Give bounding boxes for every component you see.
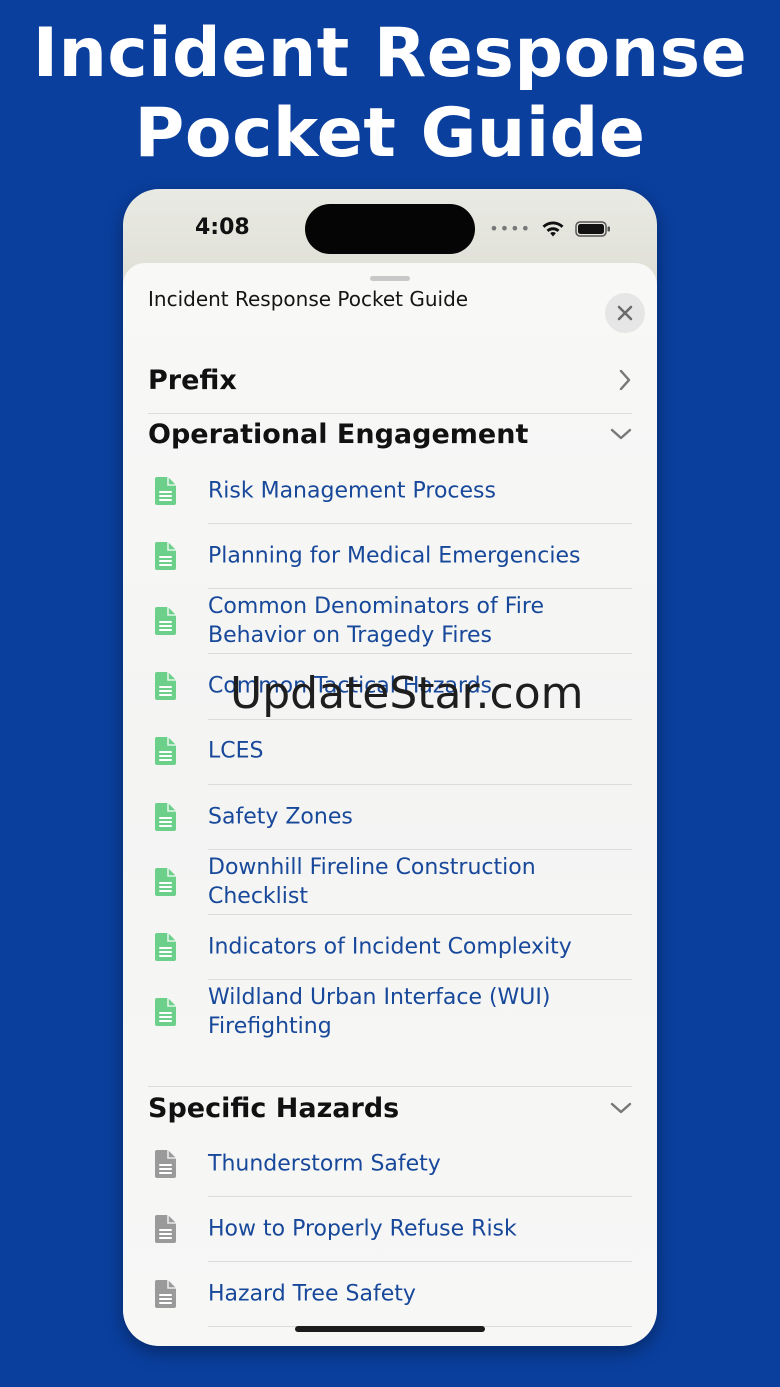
headline-line-2: Pocket Guide [134,94,646,173]
document-icon [155,672,176,701]
document-icon [155,606,176,635]
list-item[interactable]: Risk Management Process [148,458,632,523]
list-item-label: How to Properly Refuse Risk [208,1216,517,1242]
list-item-label: Hazard Tree Safety [208,1281,416,1307]
list-item[interactable]: Hazard Tree Safety [148,1261,632,1326]
list-item-label: Wildland Urban Interface (WUI) Firefight… [208,985,551,1040]
close-button[interactable] [605,293,645,333]
list-item[interactable]: Common Tactical Hazards [148,654,632,719]
list-item[interactable]: Wildland Urban Interface (WUI) Firefight… [148,980,632,1045]
list-item[interactable]: Planning for Medical Emergencies [148,523,632,588]
document-icon [155,541,176,570]
section-specific-hazards[interactable]: Specific Hazards [148,1083,632,1133]
section-prefix[interactable]: Prefix [148,355,632,405]
list-item[interactable]: Downhill Fireline Construction Checklist [148,849,632,914]
document-icon [155,737,176,766]
document-icon [155,1214,176,1243]
list-item[interactable]: LCES [148,719,632,784]
list-item-label: Risk Management Process [208,478,496,503]
status-time: 4:08 [195,215,250,240]
list-item[interactable]: Common Denominators of Fire Behavior on … [148,588,632,653]
status-icons: •••• [489,219,611,238]
wifi-icon [542,221,564,236]
document-icon [155,1149,176,1178]
document-icon [155,476,176,505]
home-indicator[interactable] [295,1326,485,1332]
signal-icon: •••• [489,219,531,238]
sheet-grabber[interactable] [370,276,410,281]
document-icon [155,1279,176,1308]
list-item[interactable]: How to Properly Refuse Risk [148,1196,632,1261]
modal-sheet: Incident Response Pocket Guide Prefix Op… [123,263,657,1346]
headline: Incident Response Pocket Guide [0,14,780,174]
document-icon [155,932,176,961]
document-icon [155,867,176,896]
list-item-label: Planning for Medical Emergencies [208,543,581,569]
list-item-label: Common Tactical Hazards [208,673,493,699]
chevron-down-icon [610,428,632,440]
list-item-label: Downhill Fireline Construction Checklist [208,854,536,909]
list-item[interactable]: Indicators of Incident Complexity [148,914,632,979]
phone-frame: 4:08 •••• Incident Response Pocket Guide… [123,189,657,1346]
headline-line-1: Incident Response [32,14,748,93]
section-operational-engagement[interactable]: Operational Engagement [148,409,632,459]
list-item-label: Common Denominators of Fire Behavior on … [208,593,544,648]
list-item-label: Indicators of Incident Complexity [208,934,572,960]
close-icon [617,305,633,321]
section-operational-label: Operational Engagement [148,418,529,450]
document-icon [155,802,176,831]
dynamic-island [305,204,475,254]
list-item-label: LCES [208,738,264,764]
sheet-title: Incident Response Pocket Guide [148,287,469,311]
list-item[interactable]: Thunderstorm Safety [148,1131,632,1196]
section-prefix-label: Prefix [148,364,237,396]
chevron-right-icon [619,369,631,391]
document-icon [155,998,176,1027]
section-hazards-label: Specific Hazards [148,1092,400,1124]
battery-icon [575,220,610,237]
list-item-label: Safety Zones [208,804,353,829]
list-item[interactable]: Safety Zones [148,784,632,849]
list-item-label: Thunderstorm Safety [208,1151,441,1176]
chevron-down-icon [610,1102,632,1114]
